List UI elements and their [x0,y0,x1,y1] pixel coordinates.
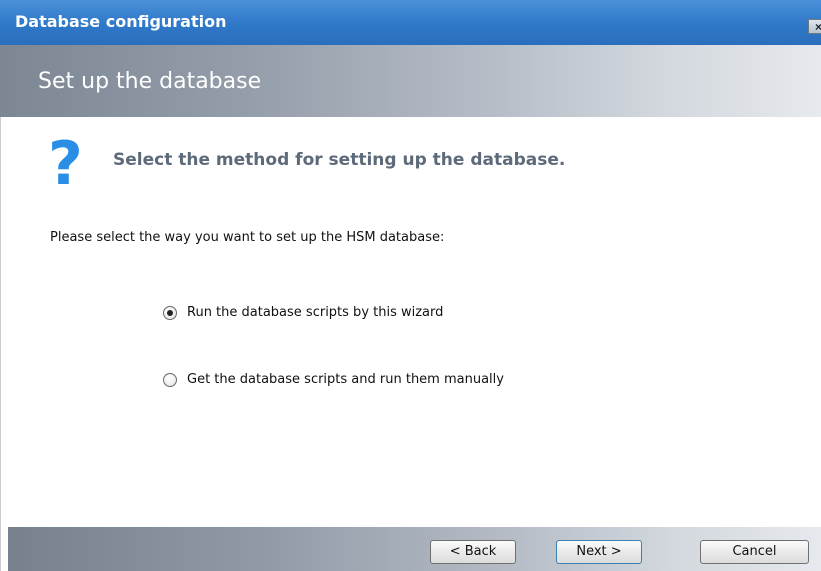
page-title: Set up the database [38,69,262,94]
window-title: Database configuration [15,12,227,31]
title-bar[interactable]: Database configuration × [0,0,821,45]
close-button[interactable]: × [808,19,821,34]
radio-selected-dot [167,310,173,316]
option-label[interactable]: Get the database scripts and run them ma… [187,371,504,389]
back-button[interactable]: < Back [430,540,516,564]
radio-button[interactable] [163,373,177,387]
database-configuration-dialog: Database configuration × Set up the data… [0,0,821,571]
content-left-border [0,117,8,571]
close-icon: × [815,20,821,34]
option-label[interactable]: Run the database scripts by this wizard [187,304,443,322]
wizard-header: Set up the database [0,45,821,117]
instruction-text: Please select the way you want to set up… [50,230,445,245]
question-icon: ? [48,129,83,199]
next-button[interactable]: Next > [556,540,642,564]
step-heading: Select the method for setting up the dat… [113,150,566,170]
radio-button[interactable] [163,306,177,320]
cancel-button[interactable]: Cancel [700,540,809,564]
